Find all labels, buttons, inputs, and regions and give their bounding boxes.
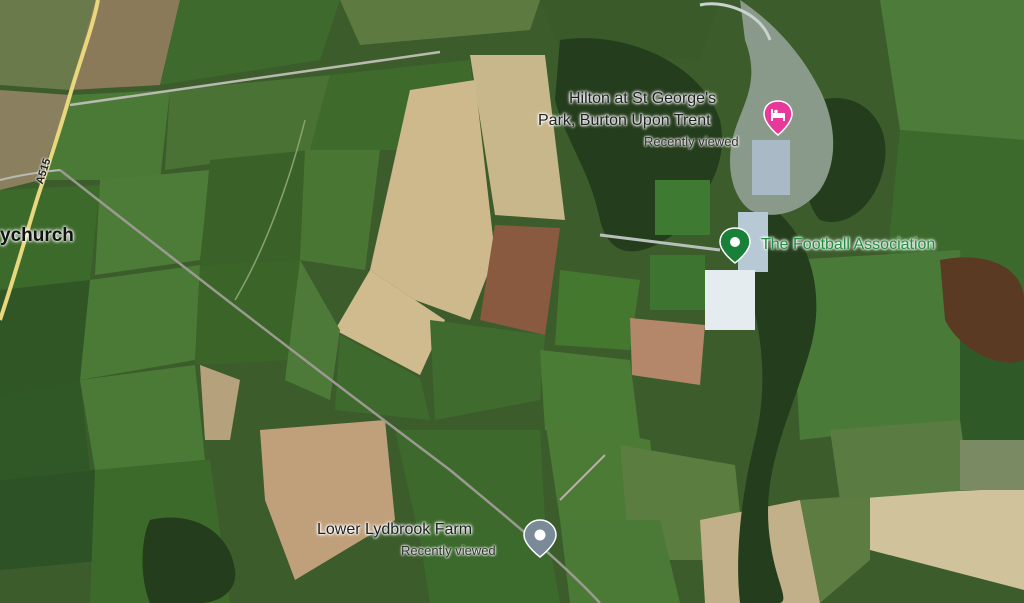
hotel-pin-subtitle: Recently viewed <box>644 134 739 149</box>
farm-pin-title[interactable]: Lower Lydbrook Farm <box>317 520 472 539</box>
satellite-map[interactable] <box>0 0 1024 603</box>
hotel-pin[interactable] <box>762 100 794 136</box>
hotel-pin-title-line2[interactable]: Park, Burton Upon Trent <box>538 111 711 130</box>
fa-pin[interactable] <box>718 226 752 264</box>
town-label: ychurch <box>0 225 74 246</box>
bed-icon <box>763 100 793 136</box>
fa-pin-title[interactable]: The Football Association <box>761 235 935 254</box>
grey-dot-pin-icon <box>523 519 557 558</box>
green-dot-pin-icon <box>719 227 751 264</box>
hotel-pin-title-line1[interactable]: Hilton at St George's <box>569 89 716 108</box>
farm-pin-subtitle: Recently viewed <box>401 543 496 558</box>
farm-pin[interactable] <box>522 518 558 558</box>
